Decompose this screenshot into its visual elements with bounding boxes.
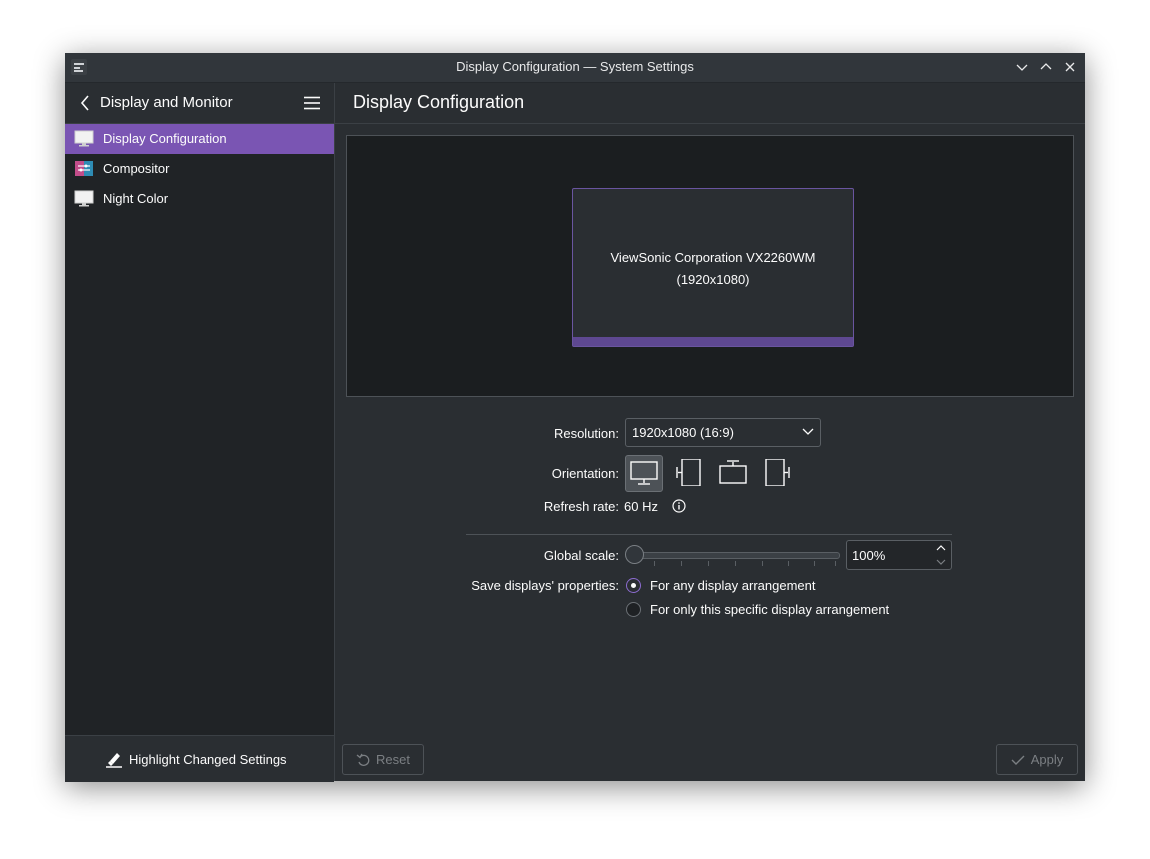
monitor-resolution: (1920x1080) [676,272,750,287]
main-header: Display Configuration [335,83,1085,124]
resolution-value: 1920x1080 (16:9) [632,425,734,440]
maximize-button[interactable] [1037,58,1055,76]
slider-tick [654,561,655,566]
slider-tick [708,561,709,566]
orientation-landscape-flipped-button[interactable] [715,455,751,490]
orientation-portrait-right-button[interactable] [759,455,795,490]
hamburger-menu-button[interactable] [303,94,321,112]
slider-tick [814,561,815,566]
chevron-down-icon [1016,64,1028,71]
sidebar-item-compositor[interactable]: Compositor [65,154,334,184]
apply-label: Apply [1030,752,1064,767]
orientation-label: Orientation: [551,466,619,481]
spin-arrows-icon[interactable] [935,544,947,566]
refresh-rate-value: 60 Hz [624,499,658,514]
radio-any-arrangement-label[interactable]: For any display arrangement [650,578,815,593]
monitor-name: ViewSonic Corporation VX2260WM [610,250,816,265]
highlight-changed-settings-button[interactable]: Highlight Changed Settings [105,749,287,769]
portrait-left-monitor-icon [676,459,701,486]
undo-icon [356,753,370,766]
radio-any-arrangement[interactable] [626,578,641,593]
monitor-label: ViewSonic Corporation VX2260WM (1920x108… [573,247,853,291]
slider-tick [762,561,763,566]
sidebar-title: Display and Monitor [100,94,233,111]
orientation-landscape-button[interactable] [625,455,663,492]
chevron-up-icon [1040,63,1052,70]
global-scale-label: Global scale: [543,548,619,563]
chevron-left-icon [80,95,89,111]
slider-tick [681,561,682,566]
minimize-button[interactable] [1013,58,1031,76]
global-scale-slider-track[interactable] [633,552,840,559]
radio-specific-arrangement-label[interactable]: For only this specific display arrangeme… [650,602,889,617]
monitor-tile[interactable]: ViewSonic Corporation VX2260WM (1920x108… [572,188,854,347]
monitor-icon [74,190,94,207]
checkmark-icon [1011,755,1025,765]
page-title: Display Configuration [353,92,525,112]
reset-label: Reset [376,752,410,767]
display-arrangement-canvas[interactable]: ViewSonic Corporation VX2260WM (1920x108… [346,135,1074,397]
monitor-icon [74,130,94,147]
sidebar: Display and Monitor Display Configuratio… [65,83,335,782]
slider-tick [788,561,789,566]
sidebar-item-label: Night Color [103,191,169,206]
orientation-portrait-left-button[interactable] [671,455,707,490]
sidebar-footer: Highlight Changed Settings [65,735,334,782]
sidebar-item-night-color[interactable]: Night Color [65,184,334,214]
close-icon [1065,62,1075,72]
radio-specific-arrangement[interactable] [626,602,641,617]
reset-button[interactable]: Reset [342,744,424,775]
sidebar-item-label: Compositor [103,161,170,176]
window-title: Display Configuration — System Settings [456,59,694,74]
back-button[interactable] [75,93,95,113]
landscape-monitor-icon [630,461,658,485]
title-bar[interactable]: Display Configuration — System Settings [65,53,1085,83]
info-icon[interactable] [672,499,686,513]
sidebar-item-display-configuration[interactable]: Display Configuration [65,124,334,154]
section-divider [466,534,952,535]
close-button[interactable] [1061,58,1079,76]
refresh-rate-label: Refresh rate: [543,499,619,514]
sidebar-header: Display and Monitor [65,83,334,124]
hamburger-icon [304,96,320,110]
sidebar-item-label: Display Configuration [103,131,227,146]
slider-tick [835,561,836,566]
global-scale-value: 100% [852,548,886,563]
global-scale-slider-handle[interactable] [625,545,644,564]
chevron-down-icon [802,428,814,435]
main-panel: Display Configuration ViewSonic Corporat… [335,83,1085,781]
landscape-flipped-monitor-icon [719,460,747,484]
resolution-label: Resolution: [553,426,619,441]
portrait-right-monitor-icon [765,459,790,486]
save-properties-label: Save displays' properties: [471,578,619,593]
compositor-icon [75,161,93,176]
resolution-select[interactable]: 1920x1080 (16:9) [625,418,821,447]
highlight-changed-settings-label: Highlight Changed Settings [129,751,287,767]
highlighter-icon [106,753,122,768]
slider-tick [735,561,736,566]
monitor-primary-bar [573,337,853,346]
system-settings-window: Display Configuration — System Settings … [65,53,1085,782]
apply-button[interactable]: Apply [996,744,1078,775]
global-scale-spinbox[interactable]: 100% [846,540,952,570]
